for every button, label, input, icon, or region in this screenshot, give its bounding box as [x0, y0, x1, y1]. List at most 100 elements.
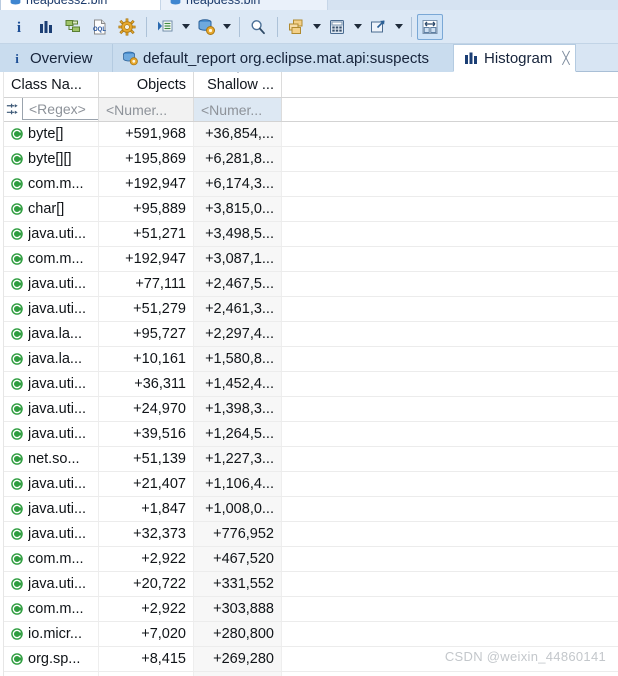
tab-histogram[interactable]: Histogram ╳: [453, 44, 576, 72]
dominator-tree-icon-button[interactable]: [60, 14, 86, 40]
class-name-text: com.m...: [28, 176, 84, 192]
class-icon: [11, 378, 23, 390]
class-name-text: java.uti...: [28, 226, 87, 242]
cell-filler: [282, 572, 618, 596]
table-row[interactable]: java.uti... +51,279 +2,461,3...: [4, 297, 618, 322]
table-row[interactable]: org.sp... +8,415 +269,280: [4, 647, 618, 672]
oql-icon-button[interactable]: OQL: [87, 14, 113, 40]
cell-filler: [282, 172, 618, 196]
table-row[interactable]: byte[] +591,968 +36,854,...: [4, 122, 618, 147]
compare-snapshot-icon: [422, 19, 438, 34]
mat-histogram-window: heapdess2.bin heapdess.bin i OQL i Overv…: [0, 0, 618, 676]
cell-filler: [282, 422, 618, 446]
tab-overview[interactable]: i Overview: [0, 44, 112, 72]
class-icon: [11, 528, 23, 540]
editor-tab-label: heapdess.bin: [186, 0, 261, 7]
filter-cell-class-name[interactable]: <Regex>: [4, 98, 99, 121]
query-browser-icon-button[interactable]: [193, 14, 219, 40]
cell-objects: +39,516: [99, 422, 194, 446]
cell-class-name: com.m...: [4, 597, 99, 621]
settings-gear-icon-button[interactable]: [114, 14, 140, 40]
class-name-text: java.la...: [28, 351, 82, 367]
cell-shallow-heap: +303,888: [194, 597, 282, 621]
cell-objects: +1,847: [99, 497, 194, 521]
run-query-dropdown-arrow[interactable]: [179, 15, 192, 39]
filter-cell-shallow-heap[interactable]: <Numer...: [194, 98, 282, 121]
compare-snapshot-icon-button[interactable]: [417, 13, 443, 40]
export-dropdown-arrow[interactable]: [392, 15, 405, 39]
cell-shallow-heap: +1,264,5...: [194, 422, 282, 446]
table-row[interactable]: java.la... +10,161 +1,580,8...: [4, 347, 618, 372]
group-by-dropdown-arrow[interactable]: [310, 15, 323, 39]
column-header-label: Shallow ...: [207, 76, 274, 93]
close-icon[interactable]: ╳: [562, 52, 569, 64]
class-name-text: java.uti...: [28, 401, 87, 417]
table-row[interactable]: java.uti... +36,311 +1,452,4...: [4, 372, 618, 397]
class-name-text: org.sp...: [28, 651, 81, 667]
table-row[interactable]: java.uti... +77,111 +2,467,5...: [4, 272, 618, 297]
cell-class-name: java.uti...: [4, 272, 99, 296]
editor-tab-heapdess2[interactable]: heapdess2.bin: [0, 0, 174, 10]
table-row[interactable]: java.uti... +20,722 +331,552: [4, 572, 618, 597]
column-header-label: Class Na...: [11, 76, 82, 93]
histogram-icon-button[interactable]: [33, 14, 59, 40]
cell-shallow-heap: +3,498,5...: [194, 222, 282, 246]
class-icon: [11, 653, 23, 665]
cell-shallow-heap: +3,087,1...: [194, 247, 282, 271]
cell-objects: +32,373: [99, 522, 194, 546]
info-icon-button[interactable]: i: [6, 14, 32, 40]
cell-objects: +77,111: [99, 272, 194, 296]
table-row[interactable]: io.micr... +7,020 +280,800: [4, 622, 618, 647]
table-row[interactable]: java.la... +95,727 +2,297,4...: [4, 322, 618, 347]
class-name-regex-placeholder: <Regex>: [29, 100, 86, 117]
cell-class-name: java.uti...: [4, 297, 99, 321]
editor-tab-heapdess[interactable]: heapdess.bin: [160, 0, 328, 10]
table-row[interactable]: net.so... +51,139 +1,227,3...: [4, 447, 618, 472]
view-tab-bar: i Overview default_report org.eclipse.ma…: [0, 44, 618, 72]
group-by-icon-button[interactable]: [283, 14, 309, 40]
table-row[interactable]: byte[][] +195,869 +6,281,8...: [4, 147, 618, 172]
toolbar-separator: [411, 16, 412, 37]
tab-default-report[interactable]: default_report org.eclipse.mat.api:suspe…: [112, 44, 453, 72]
class-icon: [11, 578, 23, 590]
table-row[interactable]: java.uti...+16,247+259,952: [4, 672, 618, 676]
class-name-text: java.uti...: [28, 526, 87, 542]
table-row[interactable]: java.uti... +39,516 +1,264,5...: [4, 422, 618, 447]
class-name-text: java.uti...: [28, 476, 87, 492]
class-icon: [11, 203, 23, 215]
table-row[interactable]: com.m... +192,947 +3,087,1...: [4, 247, 618, 272]
cell-shallow-heap: +1,580,8...: [194, 347, 282, 371]
filter-cell-objects[interactable]: <Numer...: [99, 98, 194, 121]
query-browser-dropdown-arrow[interactable]: [220, 15, 233, 39]
table-row[interactable]: java.uti... +32,373 +776,952: [4, 522, 618, 547]
table-row[interactable]: char[] +95,889 +3,815,0...: [4, 197, 618, 222]
table-row[interactable]: com.m... +192,947 +6,174,3...: [4, 172, 618, 197]
table-row[interactable]: java.uti... +1,847 +1,008,0...: [4, 497, 618, 522]
calculator-dropdown-arrow[interactable]: [351, 15, 364, 39]
class-name-regex-input[interactable]: <Regex>: [22, 98, 98, 120]
class-name-text: byte[]: [28, 126, 64, 142]
table-row[interactable]: com.m... +2,922 +303,888: [4, 597, 618, 622]
export-icon-button[interactable]: [365, 14, 391, 40]
calculator-icon-button[interactable]: [324, 14, 350, 40]
table-row[interactable]: com.m... +2,922 +467,520: [4, 547, 618, 572]
table-row[interactable]: java.uti... +24,970 +1,398,3...: [4, 397, 618, 422]
cell-shallow-heap: +2,467,5...: [194, 272, 282, 296]
sort-descending-icon: [232, 72, 243, 73]
cell-shallow-heap: +6,174,3...: [194, 172, 282, 196]
column-header-class-name[interactable]: Class Na...: [4, 72, 99, 97]
class-icon: [11, 628, 23, 640]
cell-class-name: java.uti...: [4, 222, 99, 246]
class-name-text: java.uti...: [28, 376, 87, 392]
column-header-shallow-heap[interactable]: Shallow ...: [194, 72, 282, 97]
table-row[interactable]: java.uti... +51,271 +3,498,5...: [4, 222, 618, 247]
cell-shallow-heap: +1,227,3...: [194, 447, 282, 471]
toolbar-separator: [146, 16, 147, 37]
table-row[interactable]: java.uti... +21,407 +1,106,4...: [4, 472, 618, 497]
column-header-objects[interactable]: Objects: [99, 72, 194, 97]
search-icon-button[interactable]: [245, 14, 271, 40]
export-icon: [371, 19, 385, 32]
run-query-icon-button[interactable]: [152, 14, 178, 40]
cell-class-name: byte[][]: [4, 147, 99, 171]
cell-objects: +51,279: [99, 297, 194, 321]
